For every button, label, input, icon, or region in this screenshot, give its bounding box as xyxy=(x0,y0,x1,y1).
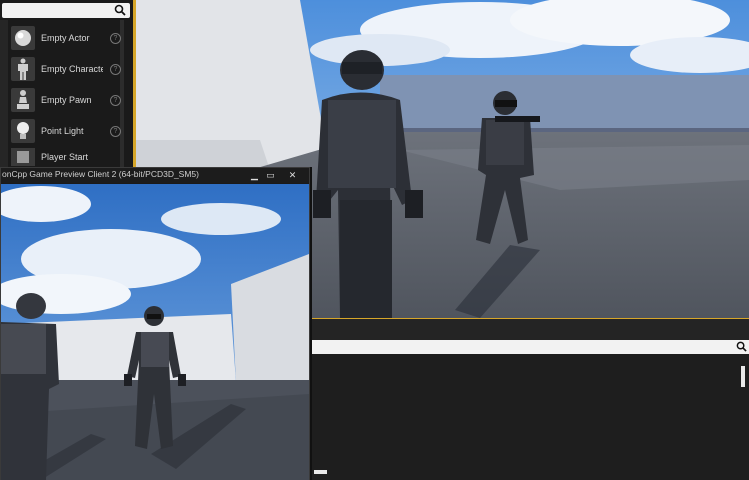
place-item-label: Point Light xyxy=(41,126,84,136)
window-titlebar[interactable]: onCpp Game Preview Client 2 (64-bit/PCD3… xyxy=(1,168,309,183)
pawn-icon xyxy=(11,88,35,112)
place-item-label: Player Start xyxy=(41,152,89,162)
category-strip[interactable] xyxy=(0,20,8,168)
place-actors-panel: Empty Actor ? Empty Characte ? Empty Paw… xyxy=(0,0,136,168)
close-button[interactable]: ✕ xyxy=(285,170,300,181)
place-item-empty-character[interactable]: Empty Characte ? xyxy=(9,55,121,83)
help-icon[interactable]: ? xyxy=(110,94,121,106)
light-bulb-icon xyxy=(11,119,35,143)
window-title: onCpp Game Preview Client 2 (64-bit/PCD3… xyxy=(2,169,199,179)
help-icon[interactable]: ? xyxy=(110,63,121,75)
log-search-input[interactable] xyxy=(312,340,749,354)
maximize-button[interactable]: ▭ xyxy=(263,170,278,181)
sphere-icon xyxy=(11,26,35,50)
vertical-scrollbar[interactable] xyxy=(741,366,745,387)
game-preview-viewport[interactable] xyxy=(1,184,309,480)
player-start-icon xyxy=(11,148,35,166)
search-icon[interactable] xyxy=(736,341,747,352)
search-icon[interactable] xyxy=(114,4,126,16)
place-item-player-start[interactable]: Player Start xyxy=(9,148,121,166)
place-item-empty-pawn[interactable]: Empty Pawn ? xyxy=(9,86,121,114)
help-icon[interactable]: ? xyxy=(110,32,121,44)
mannequin-icon xyxy=(11,57,35,81)
place-actors-search-input[interactable] xyxy=(2,3,130,18)
game-preview-window[interactable]: onCpp Game Preview Client 2 (64-bit/PCD3… xyxy=(0,167,310,480)
minimize-button[interactable]: ▁ xyxy=(247,170,262,181)
place-item-label: Empty Pawn xyxy=(41,95,92,105)
place-item-empty-actor[interactable]: Empty Actor ? xyxy=(9,24,121,52)
output-log-area[interactable] xyxy=(312,354,749,480)
place-item-point-light[interactable]: Point Light ? xyxy=(9,117,121,145)
place-item-label: Empty Actor xyxy=(41,33,90,43)
horizontal-scrollbar[interactable] xyxy=(314,470,327,474)
panel-header-bar xyxy=(312,318,749,341)
help-icon[interactable]: ? xyxy=(110,125,121,137)
place-item-label: Empty Characte xyxy=(41,64,103,74)
